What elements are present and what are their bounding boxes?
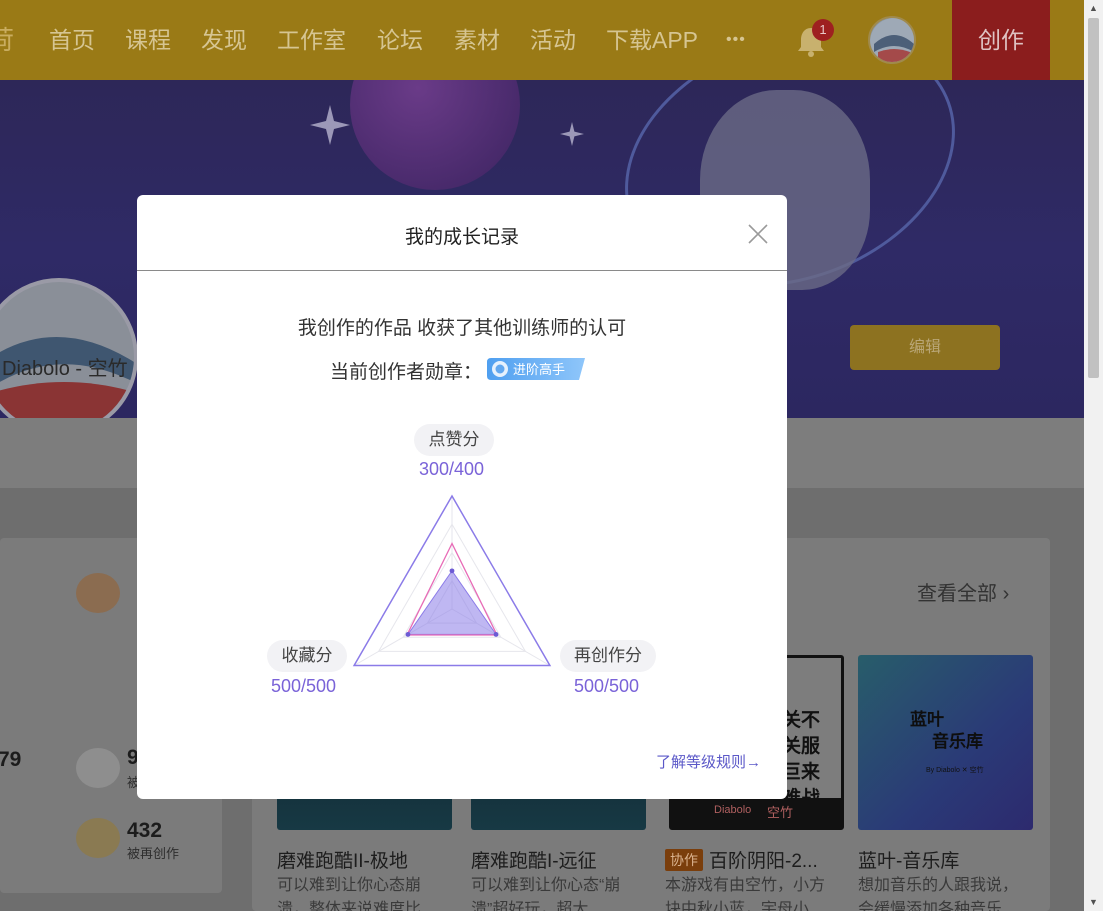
thumbnail-text: Diabolo <box>714 804 752 816</box>
radar-chart <box>352 494 552 667</box>
thumbnail-text: 关服 <box>782 736 821 757</box>
radar-point-remix <box>493 632 499 637</box>
work-description: 想加音乐的人跟我说，会缓慢添加各种音乐 <box>858 877 1019 911</box>
planet-illustration <box>350 80 520 190</box>
page-scrollbar[interactable]: ▲ ▼ <box>1084 0 1103 911</box>
thumbnail-text: 巨来 <box>782 762 821 783</box>
collab-tag: 协作 <box>665 849 703 871</box>
avatar-caption: Diabolo - 空竹 <box>2 358 128 380</box>
work-title[interactable]: 磨难跑酷II-极地 <box>277 846 408 873</box>
radar-point-favorites <box>405 632 411 637</box>
view-all-link[interactable]: 查看全部 › <box>917 577 1009 606</box>
nav-item-courses[interactable]: 课程 <box>125 24 171 56</box>
level-rules-link[interactable]: 了解等级规则→ <box>656 751 761 772</box>
nav-item-discover[interactable]: 发现 <box>201 24 247 56</box>
paw-icon <box>76 748 120 788</box>
radar-axis-score-favorites: 500/500 <box>271 676 337 696</box>
sparkle-icon <box>560 122 584 146</box>
edit-profile-button[interactable]: 编辑 <box>850 325 1000 370</box>
work-description: 本游戏有由空竹，小方块中秋小蓝，宇母小 <box>665 877 826 911</box>
radar-score-area <box>407 570 497 635</box>
badge-name-text: 进阶高手 <box>513 362 565 377</box>
work-description: 可以难到让你心态崩溃，整体来说难度比 <box>277 877 422 911</box>
top-navigation-bar: 荷 首页 课程 发现 工作室 论坛 素材 活动 下载APP ••• 1 创作 <box>0 0 1084 80</box>
remix-card-icon <box>76 818 120 858</box>
radar-axis-label-remix: 再创作分 <box>560 640 656 672</box>
work-title[interactable]: 磨难跑酷I-远征 <box>471 846 597 873</box>
radar-axis-score-likes: 300/400 <box>419 459 485 479</box>
notification-badge: 1 <box>812 19 834 41</box>
work-thumbnail[interactable]: 蓝叶 音乐库 By Diabolo ✕ 空竹 <box>858 655 1033 830</box>
sparkle-icon <box>310 105 350 145</box>
nav-item-materials[interactable]: 素材 <box>454 24 500 56</box>
thumbnail-text: 关不 <box>782 710 821 731</box>
nav-item-forum[interactable]: 论坛 <box>377 24 423 56</box>
stat-value: 432 <box>127 819 163 842</box>
radar-point-likes <box>449 568 455 574</box>
radar-axis-score-remix: 500/500 <box>574 676 640 696</box>
close-icon[interactable] <box>747 223 769 245</box>
radar-axis-label-favorites: 收藏分 <box>267 640 347 672</box>
bear-heart-icon <box>76 573 120 613</box>
work-title-row[interactable]: 协作 百阶阴阳-2... <box>665 846 818 873</box>
scroll-up-arrow-icon[interactable]: ▲ <box>1084 0 1103 17</box>
nav-item-studio[interactable]: 工作室 <box>277 24 346 56</box>
thumbnail-text: By Diabolo ✕ 空竹 <box>926 767 984 774</box>
logo[interactable]: 荷 <box>0 14 14 66</box>
work-description: 可以难到让你心态“崩溃”超好玩，超大 <box>471 877 621 911</box>
creator-badge-row: 当前创作者勋章： 进阶高手 <box>330 356 586 384</box>
dialog-header: 我的成长记录 <box>137 195 787 271</box>
work-title[interactable]: 蓝叶-音乐库 <box>858 846 959 873</box>
creator-medal-badge: 进阶高手 <box>487 358 586 380</box>
stat-value: 79 <box>0 748 22 771</box>
user-avatar[interactable] <box>868 16 916 64</box>
create-button[interactable]: 创作 <box>952 0 1050 80</box>
dialog-title: 我的成长记录 <box>404 227 519 248</box>
work-title: 百阶阴阳-2... <box>709 851 818 872</box>
nav-more-button[interactable]: ••• <box>726 24 746 56</box>
profile-avatar: Diabolo - 空竹 <box>0 278 138 436</box>
nav-item-download-app[interactable]: 下载APP <box>606 24 698 56</box>
stat-label: 被再创作 <box>127 846 180 861</box>
thumbnail-text: 空竹 <box>767 805 794 820</box>
radar-axis-label-likes: 点赞分 <box>414 424 494 456</box>
recognition-text: 我创作的作品 收获了其他训练师的认可 <box>297 318 627 339</box>
chevron-right-icon: › <box>1002 583 1010 605</box>
nav-item-events[interactable]: 活动 <box>530 24 576 56</box>
growth-record-dialog: 我的成长记录 我创作的作品 收获了其他训练师的认可 当前创作者勋章： 进阶高手 … <box>137 195 787 799</box>
thumbnail-text: 音乐库 <box>932 732 983 751</box>
nav-item-home[interactable]: 首页 <box>49 24 95 56</box>
scroll-thumb[interactable] <box>1088 18 1099 378</box>
badge-prefix-label: 当前创作者勋章： <box>330 362 483 383</box>
scroll-down-arrow-icon[interactable]: ▼ <box>1084 894 1103 911</box>
